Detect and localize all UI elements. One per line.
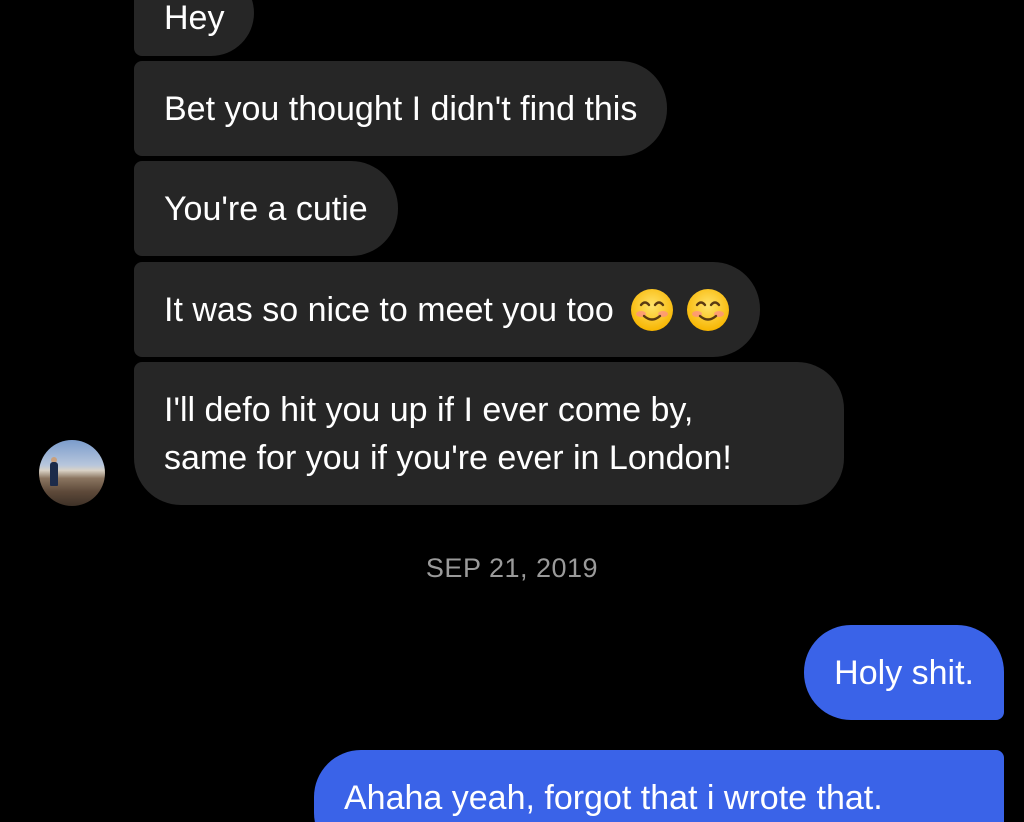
incoming-message[interactable]: Hey: [134, 0, 255, 56]
message-text: It was so nice to meet you too: [164, 290, 614, 329]
message-line: I'll defo hit you up if I ever come by,: [164, 390, 694, 429]
message-line: same for you if you're ever in London!: [164, 438, 732, 477]
date-separator: SEP 21, 2019: [425, 553, 599, 583]
incoming-message[interactable]: It was so nice to meet you too: [134, 262, 760, 357]
message-text: Bet you thought I didn't find this: [164, 89, 638, 128]
message-text: Hey: [164, 0, 225, 37]
sender-avatar[interactable]: [39, 440, 105, 506]
message-text: Ahaha yeah, forgot that i wrote that.: [344, 779, 883, 817]
smiling-face-emoji-icon: [686, 288, 729, 331]
incoming-message[interactable]: You're a cutie: [134, 161, 398, 256]
message-text: Holy shit.: [834, 653, 974, 692]
incoming-message[interactable]: Bet you thought I didn't find this: [134, 61, 668, 156]
smiling-face-emoji-icon: [630, 288, 673, 331]
outgoing-message[interactable]: Ahaha yeah, forgot that i wrote that.: [314, 750, 1004, 822]
message-text: You're a cutie: [164, 189, 368, 228]
incoming-message[interactable]: I'll defo hit you up if I ever come by, …: [134, 362, 844, 505]
outgoing-message[interactable]: Holy shit.: [804, 625, 1004, 720]
avatar-photo-figure: [50, 462, 58, 486]
message-thread: Hey Bet you thought I didn't find this Y…: [0, 0, 1024, 822]
